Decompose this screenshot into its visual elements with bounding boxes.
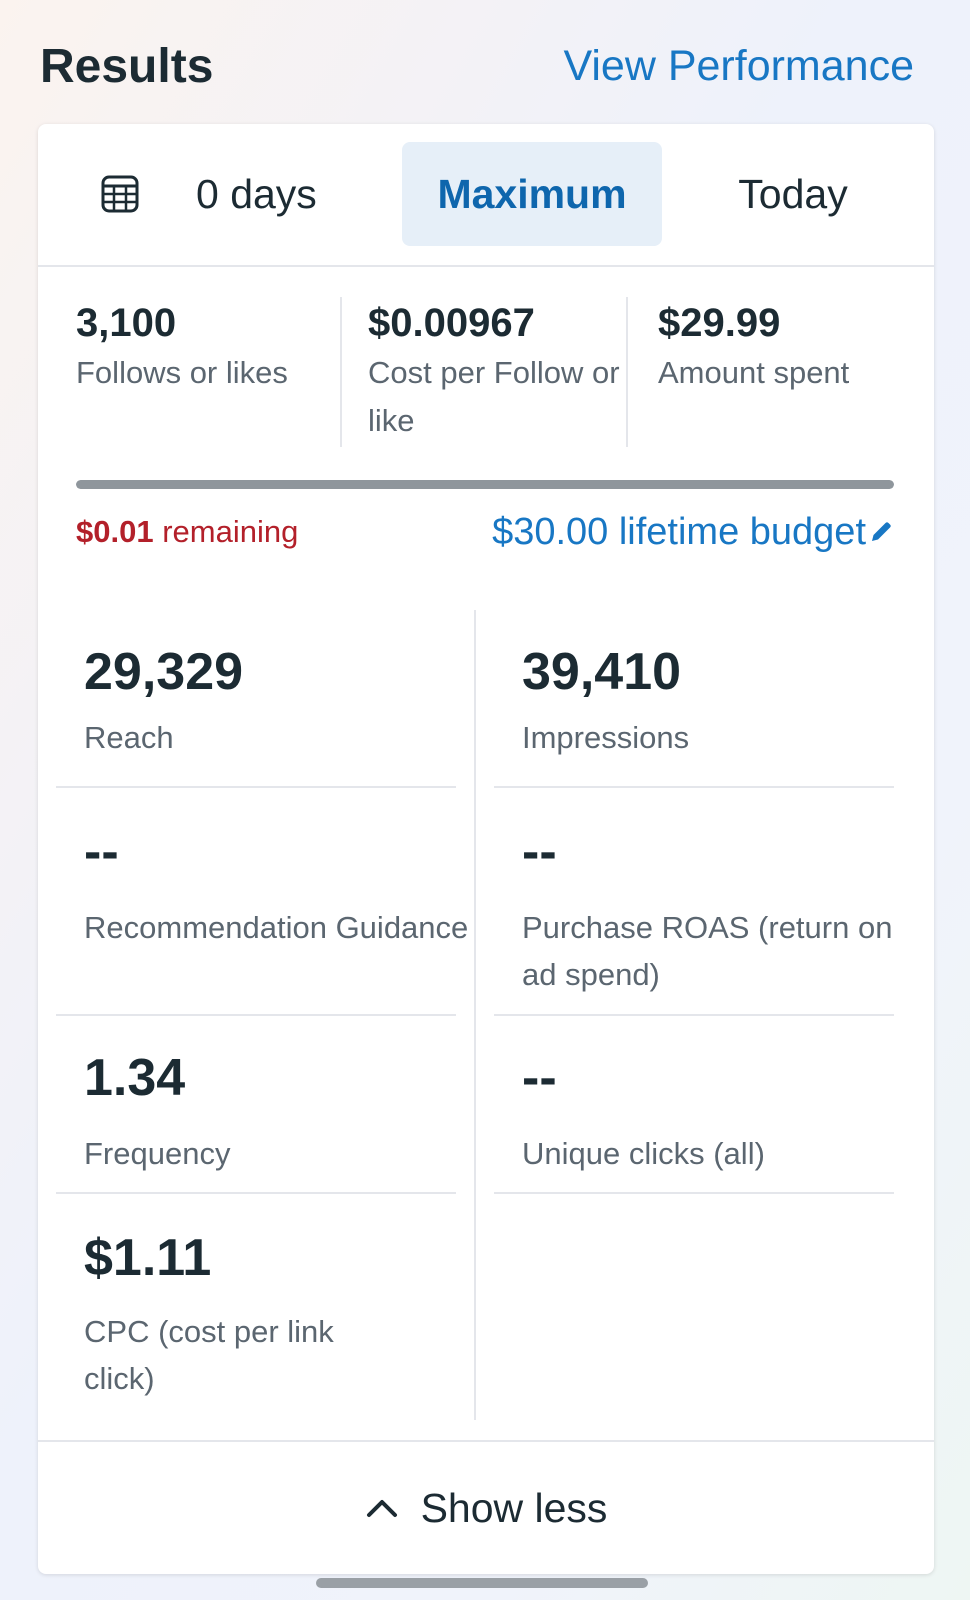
metric-purchase-roas: -- Purchase ROAS (return on ad spend) (522, 820, 922, 998)
calendar-grid-icon (101, 175, 139, 213)
show-less-button[interactable]: Show less (38, 1440, 934, 1574)
home-indicator[interactable] (316, 1578, 648, 1588)
remaining-text: remaining (162, 514, 299, 549)
page-title: Results (40, 39, 214, 93)
date-range-tabs: 0 days Maximum Today (38, 124, 934, 267)
tab-days-label: 0 days (196, 170, 317, 217)
view-performance-link[interactable]: View Performance (563, 42, 914, 91)
metric-label: Frequency (84, 1136, 231, 1171)
divider (56, 786, 456, 788)
metric-value: -- (522, 823, 557, 881)
metric-label: Reach (84, 720, 174, 755)
metric-value: -- (84, 823, 119, 881)
divider (494, 1192, 894, 1194)
divider (626, 297, 628, 447)
metric-label: CPC (cost per link click) (84, 1314, 334, 1396)
summary-value: $0.00967 (368, 301, 535, 345)
tab-days[interactable]: 0 days (100, 142, 360, 246)
budget-progress-bar (76, 480, 894, 489)
metric-value: 1.34 (84, 1049, 186, 1107)
chevron-up-icon (366, 1500, 397, 1517)
metric-value: 29,329 (84, 643, 244, 701)
summary-value: 3,100 (76, 301, 177, 345)
metric-value: 39,410 (522, 643, 682, 701)
metric-label: Purchase ROAS (return on ad spend) (522, 910, 893, 992)
metric-frequency: 1.34 Frequency (84, 1046, 484, 1177)
remaining-amount: $0.01 (76, 514, 154, 549)
results-card: 0 days Maximum Today 3,100 Follows or li… (38, 124, 934, 1574)
metric-label: Impressions (522, 720, 690, 755)
divider (494, 1014, 894, 1016)
divider (494, 786, 894, 788)
summary-label: Amount spent (658, 355, 850, 390)
summary-amount-spent: $29.99 Amount spent (658, 297, 908, 397)
metric-cpc: $1.11 CPC (cost per link click) (84, 1226, 384, 1402)
metric-unique-clicks: -- Unique clicks (all) (522, 1046, 922, 1177)
tab-maximum[interactable]: Maximum (402, 142, 662, 246)
pencil-icon (872, 522, 891, 541)
lifetime-budget-label: $30.00 lifetime budget (492, 510, 866, 553)
metric-reach: 29,329 Reach (84, 640, 484, 761)
show-less-label: Show less (420, 1484, 608, 1531)
tab-today[interactable]: Today (698, 142, 888, 246)
results-header: Results View Performance (40, 38, 914, 94)
metric-label: Unique clicks (all) (522, 1136, 765, 1171)
divider (56, 1192, 456, 1194)
metric-value: $1.11 (84, 1229, 212, 1287)
budget-row: $0.01 remaining $30.00 lifetime budget (76, 504, 894, 560)
divider (340, 297, 342, 447)
metric-label: Recommendation Guidance (84, 910, 469, 945)
divider (56, 1014, 456, 1016)
summary-row: 3,100 Follows or likes $0.00967 Cost per… (38, 267, 934, 457)
summary-follows: 3,100 Follows or likes (76, 297, 326, 397)
metric-recommendation-guidance: -- Recommendation Guidance (84, 820, 484, 951)
summary-label: Follows or likes (76, 355, 288, 390)
budget-progress-fill (76, 480, 894, 489)
budget-remaining: $0.01 remaining (76, 514, 298, 550)
summary-label: Cost per Follow or like (368, 355, 620, 438)
lifetime-budget-link[interactable]: $30.00 lifetime budget (492, 511, 894, 554)
metric-value: -- (522, 1049, 557, 1107)
metric-impressions: 39,410 Impressions (522, 640, 922, 761)
summary-cost-per-follow: $0.00967 Cost per Follow or like (368, 297, 628, 445)
summary-value: $29.99 (658, 301, 781, 345)
